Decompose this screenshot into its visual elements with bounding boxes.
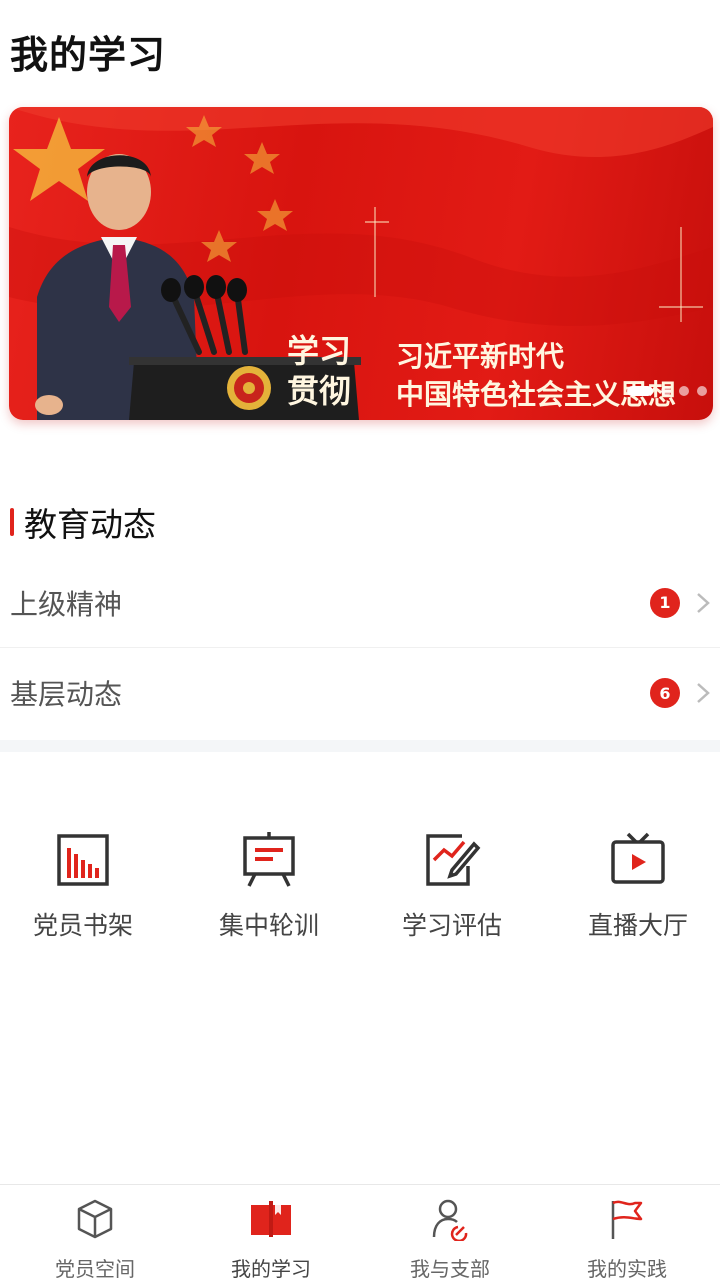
chevron-right-icon	[697, 683, 710, 703]
quick-action-bookshelf[interactable]: 党员书架	[0, 830, 173, 942]
live-tv-icon	[611, 832, 665, 884]
carousel-dot[interactable]	[679, 386, 689, 396]
page-title: 我的学习	[10, 33, 167, 77]
member-icon	[432, 1199, 468, 1243]
tab-label: 党员空间	[55, 1257, 135, 1280]
list-item-superior-spirit[interactable]: 上级精神 1	[0, 558, 720, 648]
tab-my-study[interactable]: 我的学习	[181, 1197, 361, 1280]
cube-icon	[77, 1199, 113, 1239]
section-title: 教育动态	[24, 505, 156, 544]
banner-carousel[interactable]: 学习贯彻 习近平新时代 中国特色社会主义思想	[9, 107, 713, 420]
tab-me-and-branch[interactable]: 我与支部	[360, 1197, 540, 1280]
quick-action-training[interactable]: 集中轮训	[179, 830, 359, 942]
carousel-dot[interactable]	[697, 386, 707, 396]
banner-headline-1: 习近平新时代	[396, 340, 565, 373]
quick-action-assessment[interactable]: 学习评估	[362, 830, 542, 942]
quick-action-label: 集中轮训	[218, 911, 319, 940]
carousel-dot-active[interactable]	[627, 386, 653, 396]
section-header-education: 教育动态	[10, 498, 156, 546]
quick-action-live-hall[interactable]: 直播大厅	[548, 830, 720, 942]
tab-my-practice[interactable]: 我的实践	[537, 1197, 717, 1280]
quick-action-label: 党员书架	[32, 911, 133, 940]
list-item-label: 上级精神	[10, 587, 123, 621]
quick-action-label: 直播大厅	[587, 911, 688, 940]
banner-tag: 学习贯彻	[287, 332, 352, 410]
unread-count-badge: 6	[650, 678, 680, 708]
tab-label: 我的实践	[587, 1257, 667, 1280]
chevron-right-icon	[697, 592, 710, 613]
carousel-dot[interactable]	[661, 386, 671, 396]
list-item-label: 基层动态	[10, 678, 123, 711]
quick-action-label: 学习评估	[401, 911, 502, 940]
section-accent-bar	[10, 508, 14, 536]
unread-count-badge: 1	[650, 587, 680, 618]
assessment-icon	[426, 834, 481, 886]
list-item-grassroots-news[interactable]: 基层动态 6	[0, 648, 720, 738]
bottom-tab-bar: 党员空间 我的学习 我与支部 我的实践	[0, 1184, 720, 1280]
bookshelf-icon	[57, 834, 109, 886]
section-divider	[0, 740, 720, 752]
training-board-icon	[243, 832, 295, 887]
tab-label: 我与支部	[410, 1257, 490, 1280]
book-icon	[251, 1201, 291, 1237]
tab-member-space[interactable]: 党员空间	[5, 1197, 185, 1280]
carousel-indicator	[627, 386, 707, 396]
tab-label: 我的学习	[231, 1257, 311, 1280]
flag-icon	[611, 1200, 643, 1239]
